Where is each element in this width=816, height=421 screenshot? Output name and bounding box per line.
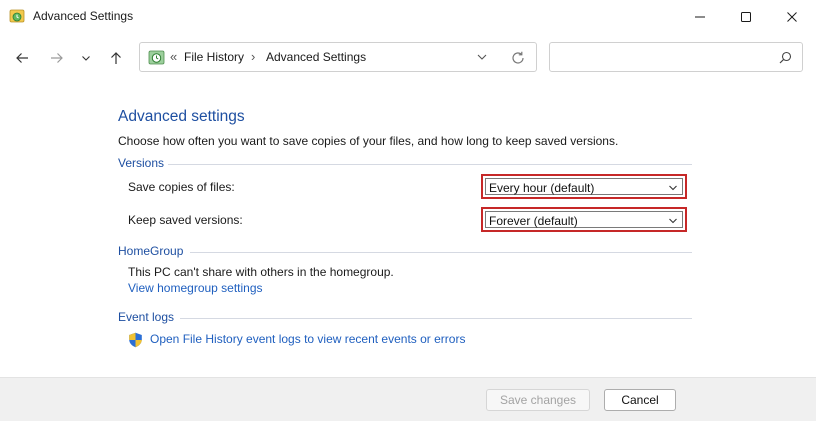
versions-heading: Versions [118,156,165,170]
page-description: Choose how often you want to save copies… [118,134,619,148]
chevron-down-icon [669,185,677,191]
title-bar: Advanced Settings [0,0,816,33]
save-copies-select[interactable]: Every hour (default) [485,178,683,195]
minimize-icon [695,16,705,17]
breadcrumb-separator[interactable]: › [251,49,255,64]
recent-locations-button[interactable] [77,47,95,69]
maximize-icon [741,11,751,22]
close-button[interactable] [769,0,815,33]
cancel-button[interactable]: Cancel [604,389,676,411]
save-copies-value: Every hour (default) [489,181,595,195]
homegroup-message: This PC can't share with others in the h… [128,265,394,279]
keep-versions-select[interactable]: Forever (default) [485,211,683,228]
search-box[interactable] [549,42,803,72]
arrow-up-icon [111,52,121,64]
versions-divider [168,164,692,165]
refresh-icon[interactable] [510,50,526,66]
event-logs-divider [180,318,692,319]
back-button[interactable] [11,47,33,69]
keep-versions-value: Forever (default) [489,214,578,228]
file-history-icon [9,9,25,23]
arrow-right-icon [51,53,63,63]
shield-icon [129,332,142,348]
open-event-logs-link[interactable]: Open File History event logs to view rec… [150,332,465,346]
page-title: Advanced settings [118,108,245,125]
arrow-left-icon [16,53,28,63]
address-bar[interactable]: « File History › Advanced Settings [139,42,537,72]
keep-versions-highlight: Forever (default) [481,207,687,232]
address-dropdown-icon[interactable] [475,50,489,64]
save-copies-highlight: Every hour (default) [481,174,687,199]
save-changes-button[interactable]: Save changes [486,389,590,411]
view-homegroup-settings-link[interactable]: View homegroup settings [128,281,263,295]
up-button[interactable] [105,47,127,69]
save-copies-label: Save copies of files: [128,180,235,194]
footer-bar: Save changes Cancel [0,377,816,421]
breadcrumb-file-history[interactable]: File History [184,50,244,64]
homegroup-divider [190,252,692,253]
event-logs-heading: Event logs [118,310,175,324]
maximize-button[interactable] [723,0,769,33]
minimize-button[interactable] [677,0,723,33]
breadcrumb-advanced-settings[interactable]: Advanced Settings [266,50,366,64]
breadcrumb-overflow[interactable]: « [170,49,177,64]
chevron-down-icon [82,56,90,61]
close-icon [787,11,797,22]
keep-versions-label: Keep saved versions: [128,213,243,227]
forward-button[interactable] [46,47,68,69]
window-title: Advanced Settings [33,9,134,23]
chevron-down-icon [669,218,677,224]
file-history-icon [148,50,165,65]
search-icon[interactable] [779,51,792,64]
homegroup-heading: HomeGroup [118,244,184,258]
